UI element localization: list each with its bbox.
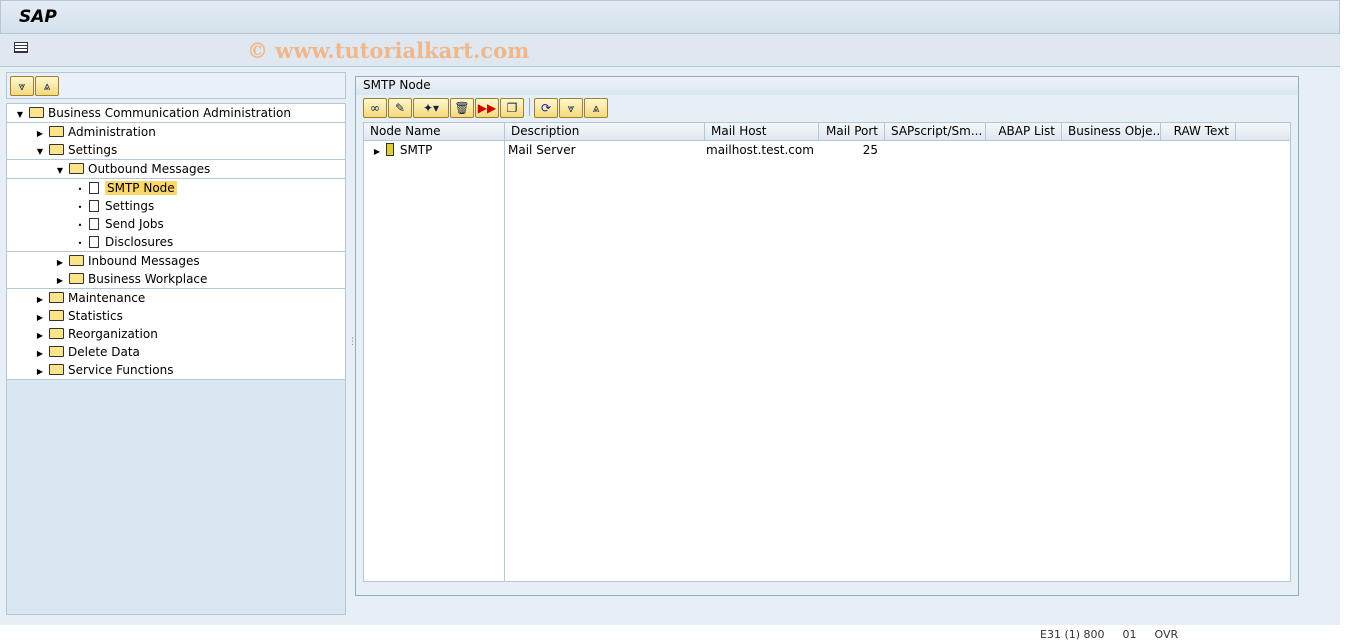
column-header[interactable]: ABAP List (986, 123, 1062, 140)
document-icon (89, 182, 99, 194)
expand-all-icon[interactable]: ⩔ (10, 76, 34, 96)
tree-node-maintenance[interactable]: ▶ Maintenance (7, 289, 345, 307)
tree-node-smtp-node[interactable]: • SMTP Node (7, 179, 345, 197)
folder-icon (49, 328, 64, 339)
refresh-icon[interactable]: ⟳ (534, 98, 558, 118)
smtp-node-grid: Node Name Description Mail Host Mail Por… (363, 122, 1291, 582)
tree-node-root[interactable]: ▼ Business Communication Administration (7, 104, 345, 122)
grid-toolbar: ∞ ✎ ✦▾ 🗑 ▶▶ ❐ ⟳ ⩔ ⩓ (356, 95, 1298, 119)
document-icon (89, 218, 99, 230)
test-icon[interactable]: ▶▶ (475, 98, 499, 118)
tree-node-disclosures[interactable]: • Disclosures (7, 233, 345, 251)
folder-icon (69, 255, 84, 266)
sap-logo: SAP (19, 7, 57, 27)
folder-icon (49, 364, 64, 375)
table-row[interactable]: ▶ SMTP Mail Server mailhost.test.com 25 (364, 141, 1290, 159)
title-bar: SAP (0, 0, 1340, 34)
document-icon (89, 200, 99, 212)
folder-icon (49, 126, 64, 137)
session-info: 01 (1122, 628, 1137, 641)
delete-trash-icon[interactable]: 🗑 (450, 98, 474, 118)
collapse-all-icon[interactable]: ⩓ (584, 98, 608, 118)
folder-icon (49, 292, 64, 303)
main-area: ⩔ ⩓ ▼ Business Communication Administratio… (0, 67, 1340, 625)
column-header[interactable]: Mail Host (705, 123, 819, 140)
tree-node-delete-data[interactable]: ▶ Delete Data (7, 343, 345, 361)
create-wizard-icon[interactable]: ✦▾ (413, 98, 449, 118)
folder-open-icon (49, 144, 64, 155)
navigation-tree: ▼ Business Communication Administration ▶… (6, 103, 346, 615)
column-header[interactable]: Node Name (364, 123, 505, 140)
column-header[interactable]: SAPscript/Sm... (885, 123, 986, 140)
folder-open-icon (69, 163, 84, 174)
tree-node-inbound-messages[interactable]: ▶ Inbound Messages (7, 252, 345, 270)
server-icon (385, 143, 394, 156)
copy-icon[interactable]: ❐ (500, 98, 524, 118)
navigation-pane: ⩔ ⩓ ▼ Business Communication Administratio… (6, 72, 346, 618)
application-toolbar: © www.tutorialkart.com (0, 34, 1340, 67)
column-header[interactable]: Mail Port (819, 123, 885, 140)
column-header[interactable]: Description (505, 123, 705, 140)
tree-node-reorganization[interactable]: ▶ Reorganization (7, 325, 345, 343)
folder-icon (49, 346, 64, 357)
column-header[interactable]: RAW Text (1161, 123, 1236, 140)
tree-node-outbound-messages[interactable]: ▼ Outbound Messages (7, 160, 345, 178)
collapse-all-icon[interactable]: ⩓ (35, 76, 59, 96)
smtp-node-panel: SMTP Node ∞ ✎ ✦▾ 🗑 ▶▶ ❐ ⟳ ⩔ ⩓ Node Name Descript… (355, 76, 1299, 596)
panel-title: SMTP Node (356, 77, 1298, 95)
tree-node-service-functions[interactable]: ▶ Service Functions (7, 361, 345, 379)
expand-all-icon[interactable]: ⩔ (559, 98, 583, 118)
tree-node-administration[interactable]: ▶ Administration (7, 123, 345, 141)
tree-node-statistics[interactable]: ▶ Statistics (7, 307, 345, 325)
folder-icon (49, 310, 64, 321)
edit-pencil-icon[interactable]: ✎ (388, 98, 412, 118)
column-header[interactable]: Business Obje... (1062, 123, 1161, 140)
display-icon[interactable]: ∞ (363, 98, 387, 118)
tree-node-send-jobs[interactable]: • Send Jobs (7, 215, 345, 233)
status-bar: E31 (1) 800 01 OVR (1040, 628, 1196, 641)
menu-icon[interactable] (14, 42, 28, 53)
grid-header: Node Name Description Mail Host Mail Por… (364, 123, 1290, 141)
folder-icon (69, 273, 84, 284)
watermark: © www.tutorialkart.com (247, 38, 530, 63)
expand-node-icon[interactable]: ▶ (372, 143, 382, 161)
tree-node-outbound-settings[interactable]: • Settings (7, 197, 345, 215)
insert-mode: OVR (1154, 628, 1179, 641)
tree-node-settings[interactable]: ▼ Settings (7, 141, 345, 159)
folder-open-icon (29, 107, 44, 118)
tree-node-business-workplace[interactable]: ▶ Business Workplace (7, 270, 345, 288)
system-info[interactable]: E31 (1) 800 (1040, 628, 1105, 641)
document-icon (89, 236, 99, 248)
